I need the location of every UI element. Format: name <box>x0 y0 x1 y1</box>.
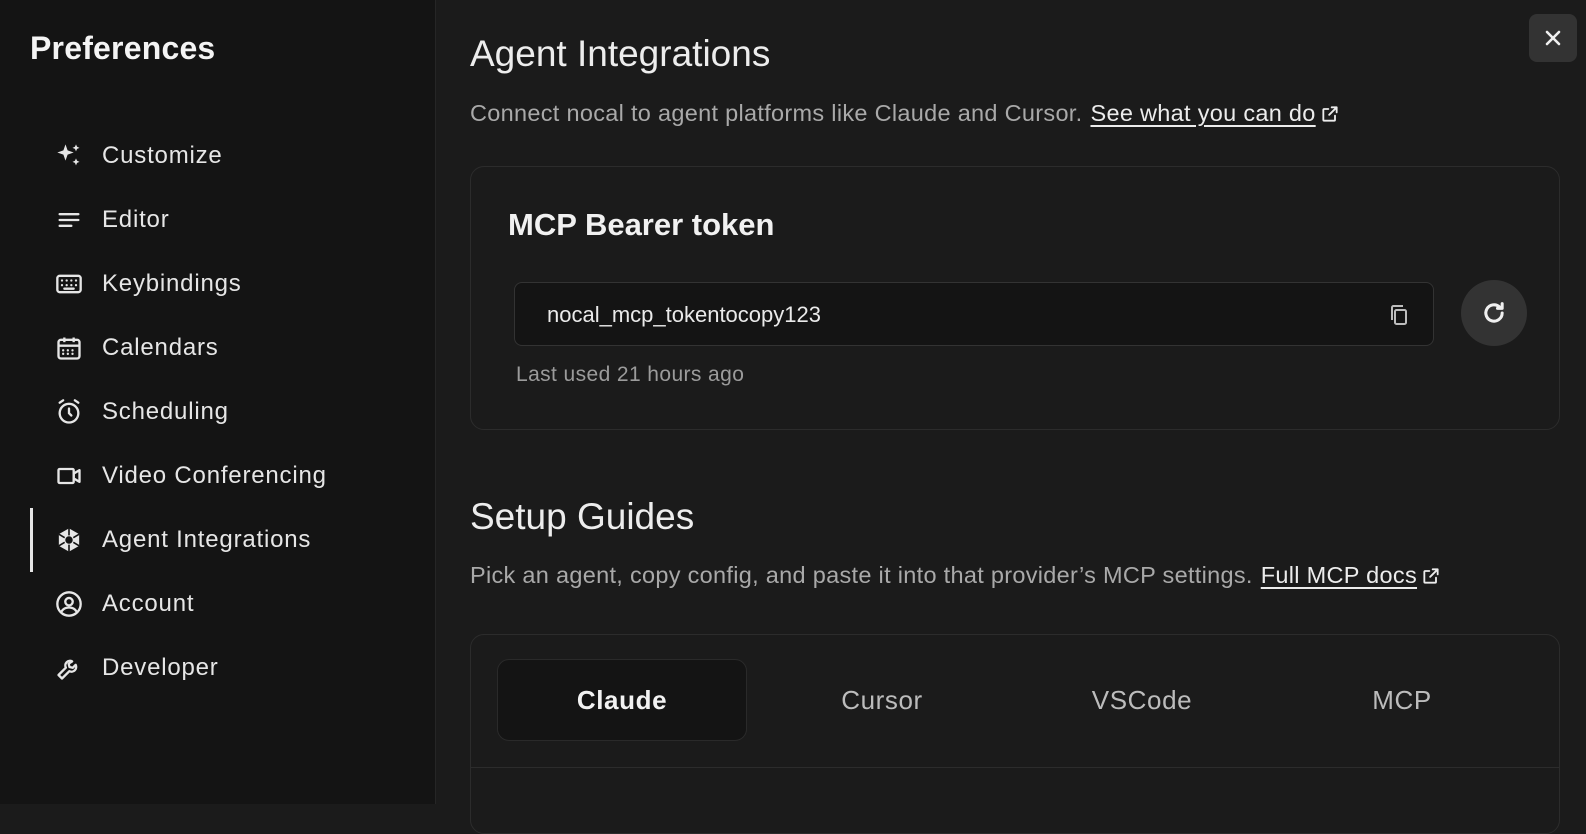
guides-description-text: Pick an agent, copy config, and paste it… <box>470 562 1253 588</box>
sidebar-item-scheduling[interactable]: Scheduling <box>0 380 436 444</box>
copy-icon[interactable] <box>1387 303 1411 327</box>
sidebar-item-label: Customize <box>102 142 223 169</box>
sidebar-item-customize[interactable]: Customize <box>0 124 436 188</box>
alarm-clock-icon <box>55 398 83 426</box>
regenerate-token-button[interactable] <box>1461 280 1527 346</box>
sidebar-item-video-conferencing[interactable]: Video Conferencing <box>0 444 436 508</box>
sidebar-item-label: Calendars <box>102 334 219 361</box>
tab-mcp[interactable]: MCP <box>1277 659 1527 741</box>
close-icon <box>1545 30 1561 46</box>
integrations-description-text: Connect nocal to agent platforms like Cl… <box>470 100 1083 126</box>
full-mcp-docs-link[interactable]: Full MCP docs <box>1261 562 1441 589</box>
sidebar-item-editor[interactable]: Editor <box>0 188 436 252</box>
link-label: Full MCP docs <box>1260 562 1418 588</box>
link-label: See what you can do <box>1090 100 1316 126</box>
agent-hex-icon <box>55 526 83 554</box>
wrench-icon <box>55 654 83 682</box>
agent-tabs: Claude Cursor VSCode MCP <box>471 635 1559 768</box>
video-camera-icon <box>55 462 83 490</box>
guides-description: Pick an agent, copy config, and paste it… <box>470 562 1441 589</box>
mcp-token-card: MCP Bearer token Last used 21 hours ago <box>470 166 1560 430</box>
sidebar-item-label: Agent Integrations <box>102 526 312 553</box>
see-what-you-can-do-link[interactable]: See what you can do <box>1090 100 1339 127</box>
sidebar-nav: Customize Editor Keybindings Calendars S <box>0 124 436 700</box>
page-title: Agent Integrations <box>470 33 771 74</box>
tab-vscode[interactable]: VSCode <box>1017 659 1267 741</box>
close-button[interactable] <box>1529 14 1577 62</box>
user-circle-icon <box>55 590 83 618</box>
token-field <box>514 282 1434 347</box>
refresh-icon <box>1484 302 1504 323</box>
sidebar-item-keybindings[interactable]: Keybindings <box>0 252 436 316</box>
token-input[interactable] <box>545 283 1369 347</box>
sidebar-item-label: Keybindings <box>102 270 242 297</box>
setup-guides-card: Claude Cursor VSCode MCP <box>470 634 1560 834</box>
sidebar-item-label: Account <box>102 590 195 617</box>
external-link-icon <box>1423 567 1439 584</box>
token-card-title: MCP Bearer token <box>508 207 775 242</box>
sidebar-item-label: Developer <box>102 654 219 681</box>
sidebar-item-label: Video Conferencing <box>102 462 327 489</box>
sidebar-item-label: Scheduling <box>102 398 229 425</box>
sidebar-item-calendars[interactable]: Calendars <box>0 316 436 380</box>
integrations-description: Connect nocal to agent platforms like Cl… <box>470 100 1340 127</box>
lines-icon <box>55 206 83 234</box>
sidebar-title: Preferences <box>30 30 216 66</box>
tab-claude[interactable]: Claude <box>497 659 747 741</box>
external-link-icon <box>1322 105 1338 122</box>
sidebar-item-account[interactable]: Account <box>0 572 436 636</box>
token-last-used: Last used 21 hours ago <box>516 363 745 386</box>
setup-guides-title: Setup Guides <box>470 496 695 537</box>
preferences-sidebar: Preferences Customize Editor Keybindings… <box>0 0 436 804</box>
sidebar-item-developer[interactable]: Developer <box>0 636 436 700</box>
calendar-icon <box>55 334 83 362</box>
sidebar-item-label: Editor <box>102 206 170 233</box>
keyboard-icon <box>55 270 83 298</box>
sidebar-item-agent-integrations[interactable]: Agent Integrations <box>0 508 436 572</box>
tab-cursor[interactable]: Cursor <box>757 659 1007 741</box>
sparkles-icon <box>55 142 83 170</box>
